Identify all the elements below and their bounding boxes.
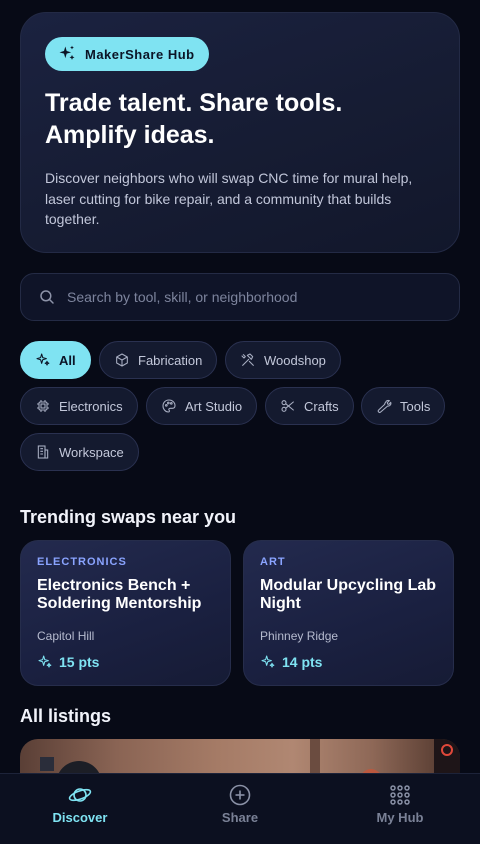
building-icon [37, 445, 49, 459]
nav-share[interactable]: Share [160, 774, 320, 844]
card-location: Capitol Hill [37, 629, 95, 643]
hero-description: Discover neighbors who will swap CNC tim… [45, 170, 413, 227]
brand-name: MakerShare Hub [85, 46, 195, 62]
trending-heading: Trending swaps near you [20, 507, 237, 527]
sparkles-icon [38, 655, 52, 668]
card-location: Phinney Ridge [260, 629, 339, 643]
filter-chip-fabrication[interactable]: Fabrication [99, 341, 218, 379]
card-title: Electronics Bench + Soldering Mentorship [37, 577, 202, 612]
palette-icon [162, 399, 176, 413]
filter-chip-all[interactable]: All [20, 341, 91, 379]
hero-card: MakerShare Hub Trade talent. Share tools… [20, 12, 460, 253]
filter-chip-label: Art Studio [185, 398, 243, 414]
plus-circle-icon [229, 784, 251, 806]
wrench-icon [377, 399, 392, 413]
card-points: 14 pts [260, 654, 322, 670]
sparkles-icon [261, 655, 275, 668]
filter-chip-label: Workspace [59, 444, 124, 460]
filter-chip-tools[interactable]: Tools [361, 387, 446, 425]
search-input[interactable] [67, 289, 427, 305]
nav-my-hub[interactable]: My Hub [320, 774, 480, 844]
nav-discover[interactable]: Discover [0, 774, 160, 844]
card-points: 15 pts [37, 654, 99, 670]
card-category: ART [260, 556, 286, 568]
planet-icon [68, 788, 92, 802]
trending-card[interactable]: ELECTRONICS Electronics Bench + Solderin… [20, 540, 231, 686]
filter-chip-label: Crafts [304, 398, 339, 414]
brand-badge: MakerShare Hub [45, 37, 209, 71]
listing-photo-detail [40, 757, 54, 771]
filter-chip-label: Woodshop [264, 352, 326, 368]
filter-chip-label: Electronics [59, 398, 123, 414]
box-icon [116, 353, 128, 367]
hammer-wrench-icon [241, 353, 254, 366]
nav-label: My Hub [376, 810, 424, 825]
card-points-value: 14 pts [282, 654, 323, 670]
filter-chip-label: Tools [400, 398, 431, 414]
filter-chip-crafts[interactable]: Crafts [265, 387, 354, 425]
listings-heading: All listings [20, 706, 112, 726]
card-category: ELECTRONICS [37, 556, 127, 568]
trending-card[interactable]: ART Modular Upcycling Lab Night Phinney … [243, 540, 454, 686]
nav-label: Share [221, 810, 259, 825]
bottom-navigation: Discover Share My Hub [0, 773, 480, 844]
filter-chip-electronics[interactable]: Electronics [20, 387, 138, 425]
hero-title: Trade talent. Share tools. Amplify ideas… [45, 89, 343, 149]
app-screen: MakerShare Hub Trade talent. Share tools… [0, 0, 480, 844]
filter-chip-workspace[interactable]: Workspace [20, 433, 139, 471]
search-bar[interactable] [20, 273, 460, 321]
filter-chip-label: Fabrication [138, 352, 203, 368]
card-points-value: 15 pts [59, 654, 100, 670]
sparkles-icon [36, 353, 50, 366]
search-icon [40, 290, 54, 304]
filter-chip-label: All [59, 352, 76, 368]
nav-label: Discover [52, 810, 108, 825]
grid-icon [390, 785, 410, 805]
scissors-icon [281, 400, 294, 412]
chip-icon [37, 400, 49, 412]
listing-photo-detail [434, 739, 460, 775]
filter-chip-woodshop[interactable]: Woodshop [225, 341, 341, 379]
sparkles-icon [59, 45, 75, 60]
card-title: Modular Upcycling Lab Night [260, 577, 437, 612]
filter-chip-art-studio[interactable]: Art Studio [146, 387, 258, 425]
